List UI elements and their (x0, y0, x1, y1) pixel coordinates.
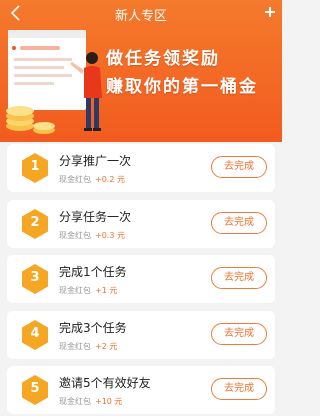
task-number: 1 (30, 159, 40, 174)
slogan-line-2: 赚取你的第一桶金 (106, 77, 258, 97)
complete-task-button[interactable]: 去完成 (211, 156, 267, 178)
task-title: 分享任务一次 (59, 210, 132, 224)
reward-value: +1 元 (95, 286, 118, 295)
complete-task-button[interactable]: 去完成 (211, 212, 267, 234)
reward-label: 现金红包 (59, 286, 91, 295)
reward-value: +0.3 元 (95, 231, 125, 240)
reward-value: +0.2 元 (95, 175, 125, 184)
task-card: 5 邀请5个有效好友 现金红包 +10 元 去完成 (7, 366, 275, 414)
task-title: 完成3个任务 (59, 321, 127, 335)
task-number: 5 (30, 381, 40, 396)
reward-value: +2 元 (95, 342, 118, 351)
task-card: 2 分享任务一次 现金红包 +0.3 元 去完成 (7, 200, 275, 248)
task-number: 4 (30, 326, 40, 341)
task-number: 3 (30, 270, 40, 285)
reward-label: 现金红包 (59, 342, 91, 351)
complete-task-button[interactable]: 去完成 (211, 378, 267, 400)
task-card: 3 完成1个任务 现金红包 +1 元 去完成 (7, 255, 275, 303)
reward-label: 现金红包 (59, 231, 91, 240)
task-title: 完成1个任务 (59, 265, 127, 279)
task-title: 分享推广一次 (59, 154, 132, 168)
reward-label: 现金红包 (59, 397, 91, 406)
reward-value: +10 元 (95, 397, 123, 406)
complete-task-button[interactable]: 去完成 (211, 267, 267, 289)
complete-task-button[interactable]: 去完成 (211, 323, 267, 345)
header-banner: 新人专区 做任务领奖励 赚取你的第一桶金 (0, 0, 282, 142)
reward-label: 现金红包 (59, 175, 91, 184)
plus-icon[interactable] (264, 6, 276, 18)
task-number: 2 (30, 215, 40, 230)
task-card: 4 完成3个任务 现金红包 +2 元 去完成 (7, 311, 275, 359)
task-card: 1 分享推广一次 现金红包 +0.2 元 去完成 (7, 144, 275, 192)
task-title: 邀请5个有效好友 (59, 376, 151, 390)
task-illustration (6, 30, 102, 134)
slogan-line-1: 做任务领奖励 (106, 49, 220, 69)
page-title: 新人专区 (114, 9, 167, 24)
